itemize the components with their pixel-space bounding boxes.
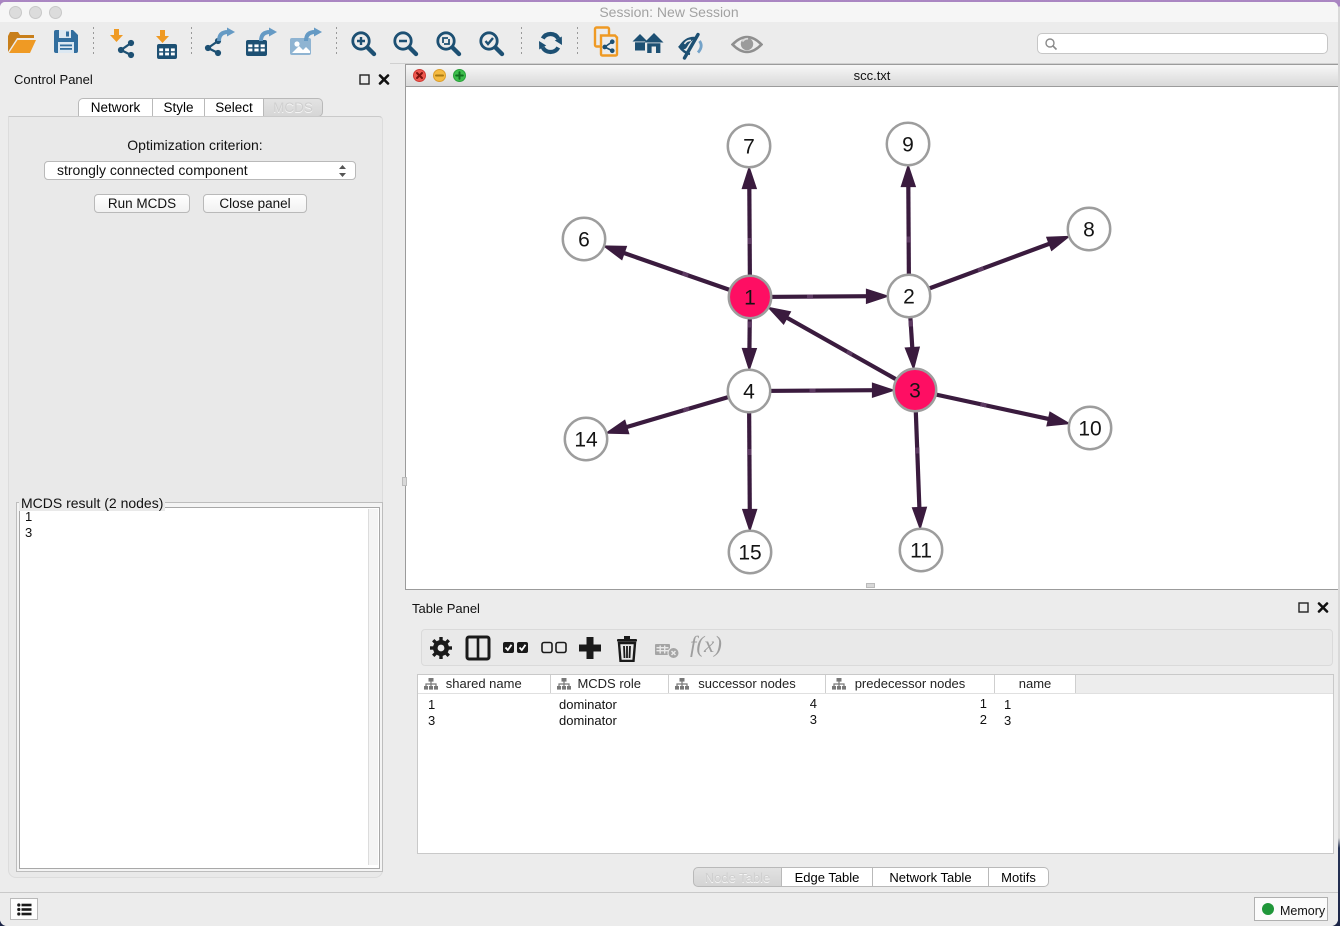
svg-text:11: 11 [910, 540, 932, 563]
svg-text:7: 7 [743, 136, 755, 159]
svg-text:10: 10 [1078, 418, 1101, 441]
svg-text:1: 1 [744, 287, 756, 310]
svg-text:15: 15 [738, 542, 761, 565]
svg-text:8: 8 [1083, 219, 1095, 242]
svg-text:14: 14 [574, 429, 598, 452]
svg-text:4: 4 [743, 381, 755, 404]
svg-text:6: 6 [578, 229, 590, 252]
svg-text:3: 3 [909, 380, 921, 403]
svg-text:9: 9 [902, 134, 914, 157]
svg-text:2: 2 [903, 286, 915, 309]
